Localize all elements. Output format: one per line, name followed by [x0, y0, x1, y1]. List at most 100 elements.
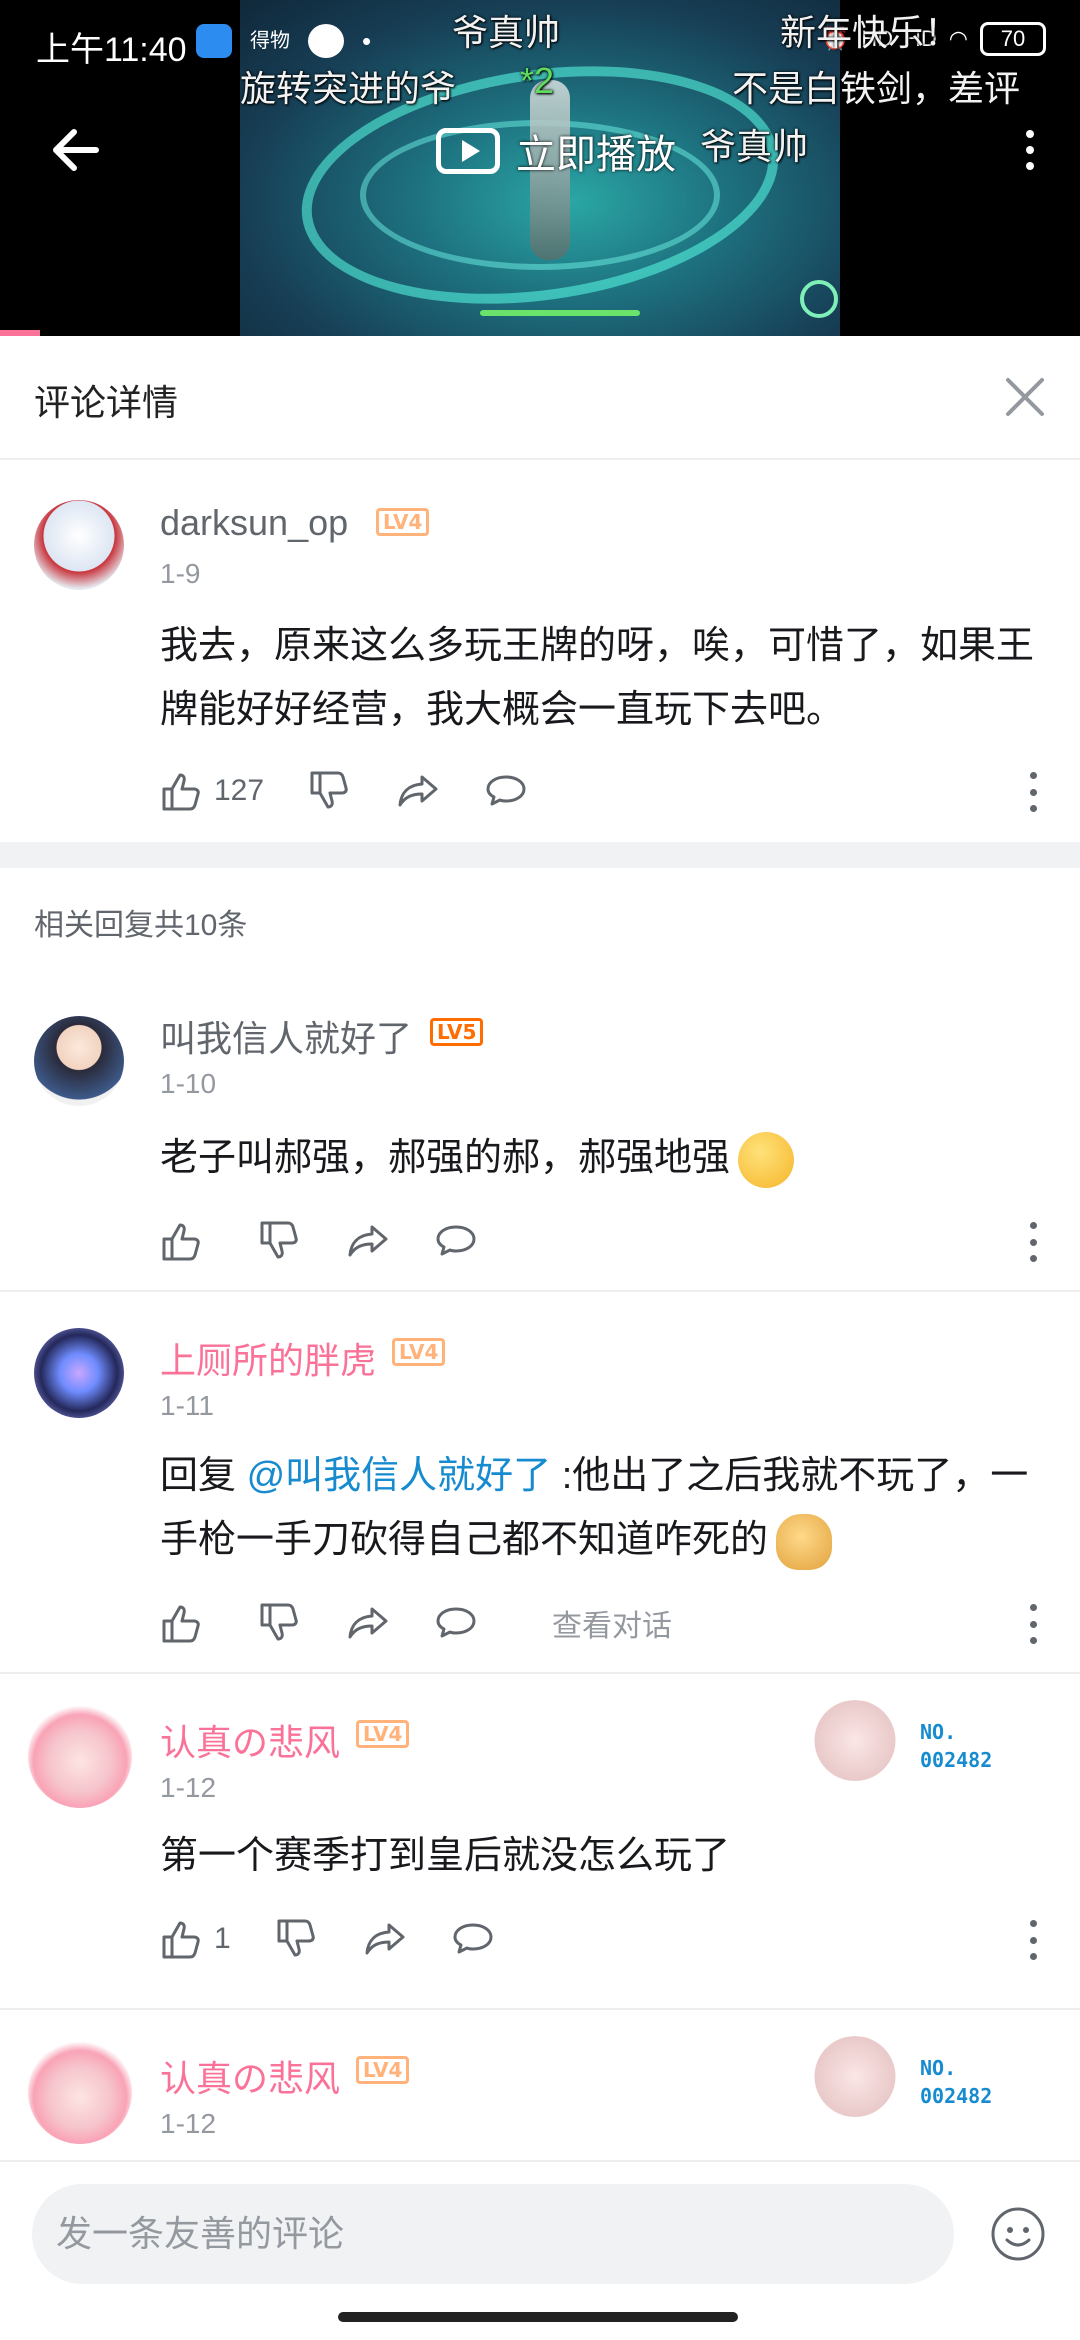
reply-item: 认真の悲风 LV4 NO. 002482 1-12	[0, 2010, 1080, 2160]
reply-item: 上厕所的胖虎 LV4 1-11 回复 @叫我信人就好了 :他出了之后我就不玩了，…	[0, 1292, 1080, 1672]
dislike-button[interactable]	[258, 1601, 302, 1645]
battery-icon: 70	[980, 22, 1046, 56]
thumbs-up-icon	[162, 1223, 200, 1261]
thumbs-up-icon	[162, 1921, 200, 1959]
like-button[interactable]: 1	[160, 1917, 231, 1961]
chat-bubble-icon	[486, 775, 526, 806]
avatar[interactable]	[34, 1016, 124, 1106]
comment-more-button[interactable]	[1026, 1920, 1040, 1960]
reply-button[interactable]	[434, 1601, 478, 1645]
comment-input-bar	[0, 2160, 1080, 2340]
close-icon	[1006, 378, 1044, 416]
level-badge: LV4	[356, 2056, 410, 2084]
reply-button[interactable]	[451, 1917, 495, 1961]
dislike-button[interactable]	[258, 1219, 302, 1263]
comment-date: 1-11	[160, 1390, 214, 1421]
close-button[interactable]	[1000, 372, 1050, 422]
reply-item: 认真の悲风 LV4 NO. 002482 1-12 第一个赛季打到皇后就没怎么玩了…	[0, 1674, 1080, 2008]
comment-more-button[interactable]	[1026, 1222, 1040, 1262]
level-badge: LV4	[356, 1720, 410, 1748]
like-button[interactable]	[160, 1219, 214, 1263]
reply-button[interactable]	[484, 769, 528, 813]
comment-more-button[interactable]	[1026, 772, 1040, 812]
danmaku-item: 不是白铁剑，差评	[732, 68, 1021, 109]
dot-icon	[1026, 146, 1034, 154]
view-conversation-link[interactable]: 查看对话	[552, 1601, 672, 1645]
fan-badge-number: NO. 002482	[920, 2056, 993, 2108]
dislike-button[interactable]	[308, 769, 352, 813]
more-notifications-dot-icon: •	[362, 25, 372, 56]
smirk-emoji-icon	[738, 1131, 795, 1188]
level-badge: LV5	[430, 1018, 484, 1046]
thumbs-down-icon	[310, 771, 348, 809]
comment-text: 回复 @叫我信人就好了 :他出了之后我就不玩了，一手枪一手刀砍得自己都不知道咋死…	[160, 1444, 1040, 1572]
like-count: 127	[214, 774, 265, 807]
share-icon	[348, 1225, 388, 1257]
share-button[interactable]	[363, 1917, 407, 1961]
arrow-left-icon	[53, 129, 99, 171]
comment-date: 1-12	[160, 2108, 217, 2139]
status-notification-icons: 得物 •	[196, 24, 371, 58]
dot-icon	[1026, 130, 1034, 138]
dot-icon	[1026, 162, 1034, 170]
username[interactable]: 认真の悲风	[160, 1714, 340, 1766]
fan-badge-avatar	[810, 2036, 900, 2126]
danmaku-item: 爷真帅	[452, 12, 561, 53]
comment-text: 老子叫郝强，郝强的郝，郝强地强	[160, 1126, 1040, 1190]
username[interactable]: darksun_op	[160, 502, 348, 544]
share-button[interactable]	[346, 1219, 390, 1263]
danmaku-item: 爷真帅	[700, 126, 809, 167]
thumbs-up-icon	[162, 1605, 200, 1643]
comment-more-button[interactable]	[1026, 1604, 1040, 1644]
panel-title: 评论详情	[34, 382, 179, 423]
back-button[interactable]	[46, 120, 106, 180]
fan-badge: NO. 002482	[810, 1700, 1040, 1792]
play-now-button[interactable]: 立即播放	[436, 122, 676, 180]
comment-text: 我去，原来这么多玩王牌的呀，唉，可惜了，如果王牌能好好经营，我大概会一直玩下去吧…	[160, 625, 1035, 731]
username[interactable]: 上厕所的胖虎	[160, 1332, 376, 1384]
comment-input[interactable]	[32, 2184, 954, 2284]
qq-icon	[308, 24, 344, 58]
level-badge: LV4	[376, 508, 430, 536]
fan-badge-number: NO. 002482	[920, 1720, 993, 1772]
like-button[interactable]	[160, 1601, 214, 1645]
thumbs-down-icon	[277, 1919, 315, 1957]
avatar[interactable]	[28, 2040, 132, 2144]
level-badge: LV4	[392, 1338, 446, 1366]
reply-button[interactable]	[434, 1219, 478, 1263]
share-button[interactable]	[346, 1601, 390, 1645]
avatar[interactable]	[34, 1328, 124, 1418]
dislike-button[interactable]	[275, 1917, 319, 1961]
mention-link[interactable]: @叫我信人就好了	[247, 1455, 552, 1497]
fan-badge: NO. 002482	[810, 2036, 1040, 2128]
share-button[interactable]	[396, 769, 440, 813]
comment-detail-header: 评论详情	[0, 336, 1080, 460]
thumbs-down-icon	[260, 1603, 298, 1641]
chat-bubble-icon	[436, 1607, 476, 1638]
username[interactable]: 叫我信人就好了	[160, 1010, 412, 1062]
danmaku-item: 新年快乐！	[780, 12, 961, 53]
related-replies-count: 相关回复共10条	[34, 909, 248, 942]
avatar[interactable]	[28, 1704, 132, 1808]
emoji-button[interactable]	[990, 2206, 1046, 2262]
username[interactable]: 认真の悲风	[160, 2050, 340, 2102]
reply-prefix: 回复	[160, 1455, 247, 1497]
share-icon	[348, 1607, 388, 1639]
like-button[interactable]: 127	[160, 769, 264, 813]
more-options-button[interactable]	[1010, 120, 1050, 180]
doge-emoji-icon	[776, 1513, 833, 1570]
fan-badge-avatar	[810, 1700, 900, 1790]
avatar[interactable]	[34, 500, 124, 590]
app-notification-icon	[196, 24, 232, 58]
comment-text: 第一个赛季打到皇后就没怎么玩了	[160, 1835, 731, 1877]
thumbs-up-icon	[162, 773, 200, 811]
share-icon	[398, 775, 438, 807]
status-time: 上午11:40	[36, 31, 187, 69]
video-hud-circle	[800, 280, 838, 318]
comment-actions	[160, 1216, 1040, 1266]
comment-text-content: 老子叫郝强，郝强的郝，郝强地强	[160, 1137, 731, 1179]
dewu-app-icon: 得物	[250, 30, 290, 52]
like-count: 1	[214, 1922, 231, 1955]
comment-actions: 127	[160, 766, 1040, 816]
home-indicator	[338, 2312, 738, 2322]
